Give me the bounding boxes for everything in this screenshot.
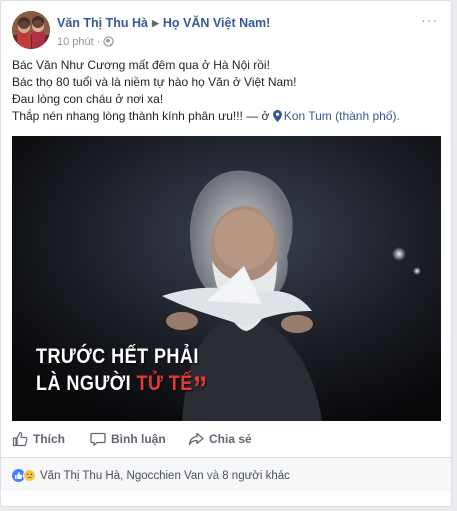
post-header: Văn Thị Thu Hà ▶ Họ VĂN Việt Nam! 10 phút ·…: [12, 11, 441, 53]
post-card: Văn Thị Thu Hà ▶ Họ VĂN Việt Nam! 10 phút ·…: [0, 0, 452, 507]
meta-separator: ·: [96, 36, 101, 48]
reactions-bar: Văn Thị Thu Hà, Ngocchien Van và 8 người…: [1, 457, 451, 491]
post-time[interactable]: 10 phút: [57, 36, 94, 48]
avatar-image: [12, 11, 50, 49]
comment-icon: [90, 432, 106, 446]
location-pin-icon: [272, 110, 282, 127]
reactors-joiner: và: [203, 469, 223, 482]
caption-highlight: TỬ TẾ: [136, 372, 193, 395]
post-photo[interactable]: TRƯỚC HẾT PHẢI LÀ NGƯỜI TỬ TẾ”: [12, 136, 441, 421]
share-arrow-icon: [188, 432, 204, 446]
action-bar: Thích Bình luận Chia sẻ: [12, 427, 440, 451]
reactor-names[interactable]: Văn Thị Thu Hà, Ngocchien Van: [40, 470, 204, 482]
audience-icon[interactable]: [103, 36, 115, 50]
comment-label: Bình luận: [111, 432, 166, 446]
post-line: Đau lòng con cháu ở nơi xa!: [12, 92, 164, 106]
reactions-summary[interactable]: Văn Thị Thu Hà, Ngocchien Van và 8 người…: [12, 469, 290, 482]
comment-button[interactable]: Bình luận: [90, 427, 166, 451]
author-avatar[interactable]: [12, 11, 50, 49]
post-message: Bác Văn Như Cương mất đêm qua ở Hà Nội r…: [12, 57, 441, 127]
caption-line-1: TRƯỚC HẾT PHẢI: [36, 345, 199, 368]
post-line: Thắp nén nhang lòng thành kính phân ưu!!…: [12, 109, 273, 123]
reactor-others[interactable]: 8 người khác: [222, 470, 290, 482]
sad-reaction-icon: [23, 469, 36, 482]
group-name[interactable]: Họ VĂN Việt Nam!: [163, 16, 270, 30]
right-triangle-icon: ▶: [151, 18, 159, 28]
share-button[interactable]: Chia sẻ: [188, 427, 252, 451]
reactors-text: Văn Thị Thu Hà, Ngocchien Van và 8 người…: [40, 470, 290, 482]
author-line: Văn Thị Thu Hà ▶ Họ VĂN Việt Nam!: [57, 16, 270, 30]
more-horizontal-icon[interactable]: ···: [421, 13, 437, 27]
post-line: Bác Văn Như Cương mất đêm qua ở Hà Nội r…: [12, 58, 270, 72]
author-name[interactable]: Văn Thị Thu Hà: [57, 16, 148, 30]
post-line: Bác thọ 80 tuổi và là niềm tự hào họ Văn…: [12, 75, 297, 89]
closing-quote-mark: ”: [192, 370, 208, 408]
like-button[interactable]: Thích: [12, 427, 65, 451]
caption-prefix: LÀ NGƯỜI: [36, 372, 137, 395]
like-label: Thích: [33, 432, 65, 446]
thumbs-up-icon: [12, 431, 28, 447]
location-link[interactable]: Kon Tum (thành phố).: [284, 109, 400, 123]
post-line-location: Thắp nén nhang lòng thành kính phân ưu!!…: [12, 108, 441, 127]
photo-caption: TRƯỚC HẾT PHẢI LÀ NGƯỜI TỬ TẾ”: [36, 343, 208, 406]
post-meta: 10 phút ·: [57, 36, 115, 50]
caption-line-2: LÀ NGƯỜI TỬ TẾ”: [36, 370, 208, 406]
share-label: Chia sẻ: [209, 432, 252, 446]
